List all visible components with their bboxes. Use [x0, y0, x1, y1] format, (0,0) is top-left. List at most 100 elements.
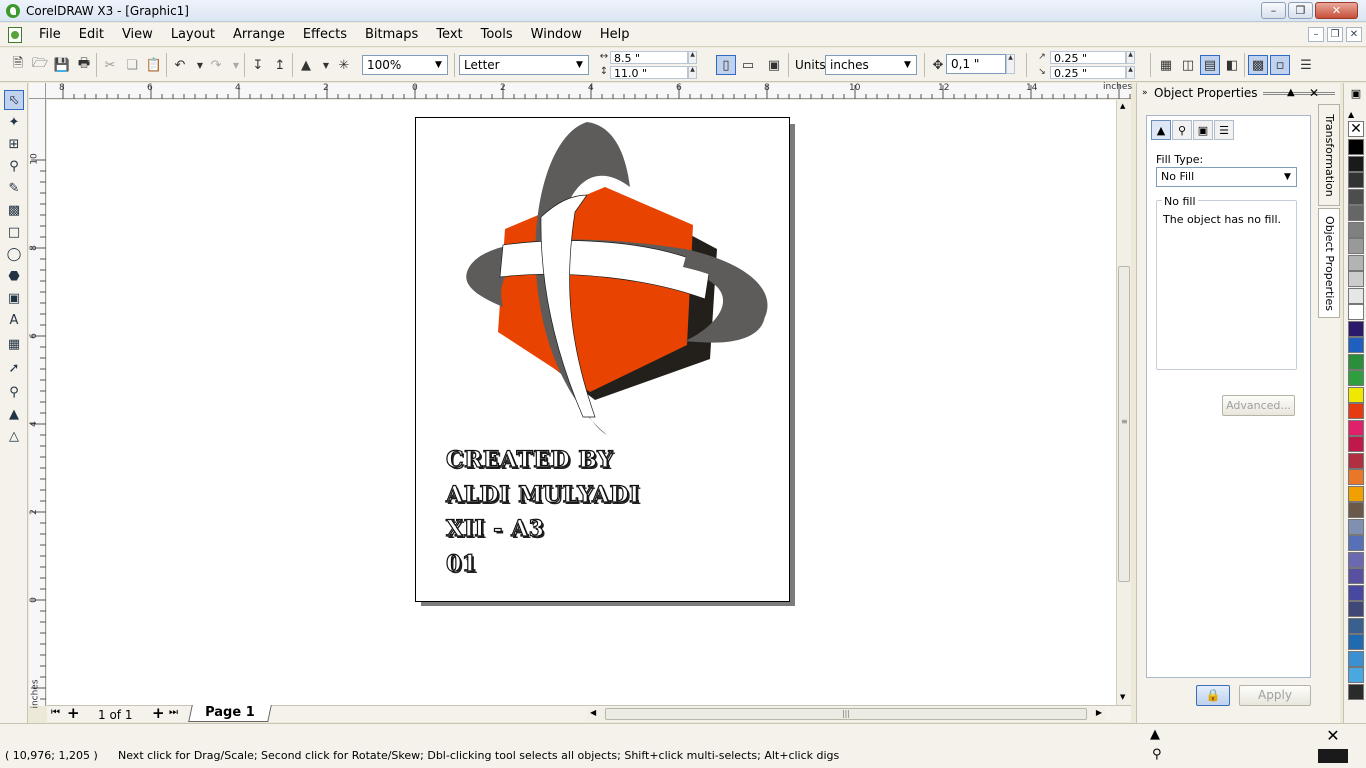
- application-launcher-icon[interactable]: ▲: [296, 55, 316, 75]
- horizontal-ruler[interactable]: 8 6 4 2 0 2 4 6 8 10 12 14 inches: [46, 82, 1132, 99]
- color-swatch[interactable]: [1348, 155, 1364, 172]
- landscape-icon[interactable]: ▭: [738, 55, 758, 75]
- treat-as-filled-icon[interactable]: ▩: [1248, 55, 1268, 75]
- paper-width-field[interactable]: 8.5 ": [610, 51, 688, 65]
- polygon-tool-icon[interactable]: ⬣: [4, 266, 24, 286]
- nudge-distance-field[interactable]: 0,1 ": [946, 54, 1006, 74]
- freehand-tool-icon[interactable]: ✎: [4, 178, 24, 198]
- credit-line-4[interactable]: 01: [445, 550, 477, 577]
- redo-icon[interactable]: ↷: [206, 55, 226, 75]
- pick-tool-icon[interactable]: ⬁: [4, 90, 24, 110]
- eyedropper-tool-icon[interactable]: ➚: [4, 358, 24, 378]
- color-swatch[interactable]: [1348, 601, 1364, 617]
- close-window-button[interactable]: ✕: [1315, 2, 1358, 19]
- undo-icon[interactable]: ↶: [170, 55, 190, 75]
- color-swatch[interactable]: [1348, 271, 1364, 287]
- docker-collapse-icon[interactable]: ▲: [1287, 83, 1295, 103]
- color-swatch[interactable]: [1348, 370, 1364, 386]
- export-icon[interactable]: ↥: [270, 55, 290, 75]
- tab-page-1[interactable]: Page 1: [188, 705, 272, 722]
- color-swatch[interactable]: [1348, 634, 1364, 650]
- credit-line-3[interactable]: XII - A3: [445, 515, 544, 542]
- open-file-icon[interactable]: 🗁: [30, 55, 50, 75]
- snap-to-objects-icon[interactable]: ▤: [1200, 55, 1220, 75]
- fill-tool-icon[interactable]: ▲: [4, 404, 24, 424]
- outline-tab-icon[interactable]: ⚲: [1172, 120, 1192, 140]
- interactive-blend-tool-icon[interactable]: ▦: [4, 334, 24, 354]
- snap-to-grid-icon[interactable]: ▦: [1156, 55, 1176, 75]
- nudge-spinner[interactable]: ▲: [1006, 54, 1015, 74]
- color-swatch[interactable]: [1348, 568, 1364, 584]
- menu-text[interactable]: Text: [427, 23, 471, 47]
- edit-scope-icon[interactable]: ▫: [1270, 55, 1290, 75]
- crop-tool-icon[interactable]: ⊞: [4, 134, 24, 154]
- color-swatch[interactable]: [1348, 551, 1364, 568]
- paper-type-select[interactable]: Letter ▼: [459, 55, 589, 75]
- coreldraw-app-icon[interactable]: [6, 3, 20, 18]
- doc-minimize-button[interactable]: –: [1308, 27, 1324, 42]
- palette-scroll-up-icon[interactable]: ▲: [1348, 110, 1354, 119]
- color-swatch[interactable]: [1348, 287, 1364, 304]
- snap-to-guidelines-icon[interactable]: ◫: [1178, 55, 1198, 75]
- doc-close-button[interactable]: ✕: [1346, 27, 1362, 42]
- menu-effects[interactable]: Effects: [294, 23, 356, 47]
- ruler-origin[interactable]: [29, 83, 46, 99]
- menu-window[interactable]: Window: [522, 23, 591, 47]
- document-icon[interactable]: [8, 26, 22, 43]
- menu-tools[interactable]: Tools: [472, 23, 522, 47]
- scroll-left-icon[interactable]: ◀: [590, 708, 596, 717]
- scroll-down-icon[interactable]: ▼: [1120, 693, 1125, 701]
- apply-button[interactable]: Apply: [1239, 685, 1311, 706]
- page-layout-icon[interactable]: ▣: [764, 55, 784, 75]
- fill-indicator-icon[interactable]: ▲: [1150, 727, 1160, 742]
- paste-icon[interactable]: 📋: [144, 55, 164, 75]
- color-swatch[interactable]: [1348, 386, 1364, 403]
- launcher-dropdown-icon[interactable]: ▼: [316, 55, 336, 75]
- color-swatch[interactable]: [1348, 419, 1364, 436]
- portrait-icon[interactable]: ▯: [716, 55, 736, 75]
- color-swatch[interactable]: [1348, 238, 1364, 254]
- color-swatch[interactable]: [1348, 485, 1364, 502]
- general-tab-icon[interactable]: ▣: [1193, 120, 1213, 140]
- import-icon[interactable]: ↧: [248, 55, 268, 75]
- horizontal-scroll-thumb[interactable]: |||: [605, 708, 1087, 720]
- menu-file[interactable]: File: [30, 23, 70, 47]
- basic-shapes-tool-icon[interactable]: ▣: [4, 288, 24, 308]
- fill-type-select[interactable]: No Fill ▼: [1156, 167, 1297, 187]
- print-icon[interactable]: 🖶: [74, 55, 94, 75]
- options-icon[interactable]: ☰: [1296, 55, 1316, 75]
- dup-x-spinner[interactable]: ▲: [1126, 51, 1135, 64]
- paper-height-field[interactable]: 11.0 ": [610, 66, 688, 80]
- color-swatch[interactable]: [1348, 683, 1364, 700]
- menu-edit[interactable]: Edit: [70, 23, 113, 47]
- summary-tab-icon[interactable]: ☰: [1214, 120, 1234, 140]
- doc-restore-button[interactable]: ❐: [1327, 27, 1343, 42]
- restore-button[interactable]: ❐: [1288, 2, 1313, 19]
- minimize-button[interactable]: –: [1261, 2, 1286, 19]
- color-swatch[interactable]: [1348, 667, 1364, 683]
- interactive-fill-tool-icon[interactable]: △: [4, 426, 24, 446]
- color-swatch[interactable]: [1348, 617, 1364, 634]
- horizontal-scrollbar[interactable]: ◀ ||| ▶: [587, 707, 1105, 721]
- menu-arrange[interactable]: Arrange: [224, 23, 294, 47]
- scroll-up-icon[interactable]: ▲: [1120, 102, 1125, 110]
- text-tool-icon[interactable]: A: [4, 310, 24, 330]
- menu-help[interactable]: Help: [591, 23, 639, 47]
- width-spinner[interactable]: ▲: [688, 51, 697, 64]
- color-swatch[interactable]: [1348, 337, 1364, 353]
- dup-y-spinner[interactable]: ▲: [1126, 66, 1135, 79]
- color-swatch[interactable]: [1348, 469, 1364, 485]
- height-spinner[interactable]: ▲: [688, 66, 697, 79]
- color-swatch[interactable]: [1348, 502, 1364, 518]
- vertical-scroll-thumb[interactable]: ≡: [1118, 266, 1130, 582]
- credit-line-2[interactable]: ALDI MULYADI: [445, 481, 640, 508]
- vertical-ruler[interactable]: 10 8 6 4 2 0 inches: [29, 99, 46, 709]
- ellipse-tool-icon[interactable]: ◯: [4, 244, 24, 264]
- add-page-after-icon[interactable]: +: [152, 704, 165, 722]
- dynamic-guides-icon[interactable]: ◧: [1222, 55, 1242, 75]
- vertical-scrollbar[interactable]: ▲ ≡ ▼: [1116, 100, 1131, 705]
- color-swatch[interactable]: [1348, 304, 1364, 320]
- redo-dropdown-icon[interactable]: ▼: [226, 55, 246, 75]
- color-swatch[interactable]: [1348, 172, 1364, 188]
- last-page-icon[interactable]: ⏭: [169, 707, 178, 718]
